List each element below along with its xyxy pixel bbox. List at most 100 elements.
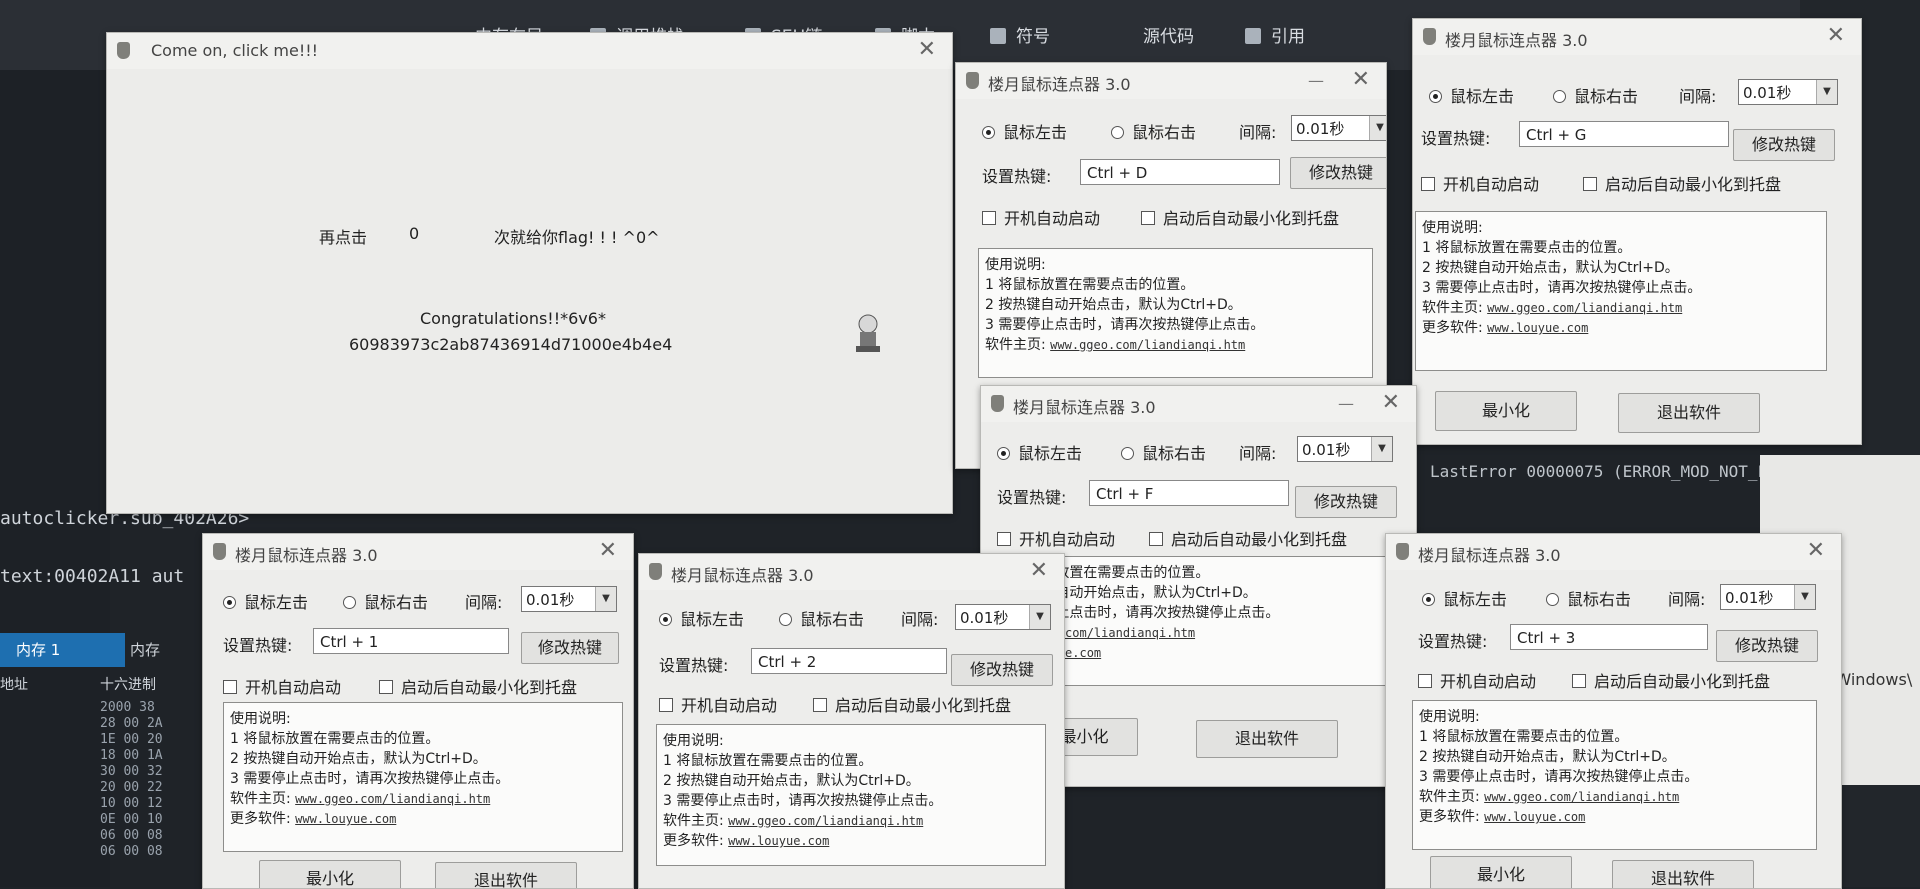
more-link[interactable]: www.louyue.com [1487, 321, 1588, 335]
radio-right-click[interactable]: 鼠标右击 [1121, 440, 1206, 464]
minimize-tray-checkbox[interactable]: 启动后自动最小化到托盘 [813, 692, 1011, 716]
interval-label: 间隔: [1239, 444, 1277, 463]
change-hotkey-button[interactable]: 修改热键 [951, 654, 1053, 686]
minimize-icon[interactable]: — [1338, 394, 1354, 413]
interval-select[interactable]: 0.01秒 ▼ [1738, 79, 1838, 105]
homepage-label: 软件主页: [663, 813, 724, 829]
close-icon[interactable]: ✕ [1827, 23, 1845, 48]
help-line: 3 需要停止点击时，请再次按热键停止点击。 [230, 771, 510, 787]
homepage-link[interactable]: www.ggeo.com/liandianqi.htm [1050, 338, 1245, 352]
close-icon[interactable]: ✕ [599, 538, 617, 563]
minimize-button[interactable]: 最小化 [259, 860, 401, 888]
exit-button[interactable]: 退出软件 [1618, 393, 1760, 433]
more-link[interactable]: www.louyue.com [728, 834, 829, 848]
radio-right-click[interactable]: 鼠标右击 [1546, 586, 1631, 610]
help-title: 使用说明: [985, 257, 1046, 273]
minimize-tray-checkbox[interactable]: 启动后自动最小化到托盘 [1583, 171, 1781, 195]
radio-left-click[interactable]: 鼠标左击 [982, 119, 1067, 143]
autostart-checkbox[interactable]: 开机自动启动 [659, 692, 777, 716]
radio-right-click[interactable]: 鼠标右击 [343, 589, 428, 613]
radio-left-click[interactable]: 鼠标左击 [223, 589, 308, 613]
homepage-label: 软件主页: [230, 791, 291, 807]
hotkey-input[interactable]: Ctrl + F [1089, 480, 1289, 506]
hotkey-label: 设置热键: [997, 488, 1067, 507]
tab-source[interactable]: 源代码 [1143, 22, 1194, 47]
hotkey-label: 设置热键: [1421, 129, 1491, 148]
reference-icon [1245, 28, 1261, 44]
close-icon[interactable]: ✕ [1030, 558, 1048, 583]
exit-button[interactable]: 退出软件 [435, 862, 577, 888]
change-hotkey-button[interactable]: 修改热键 [521, 632, 619, 664]
help-title: 使用说明: [663, 733, 724, 749]
autostart-checkbox[interactable]: 开机自动启动 [997, 526, 1115, 550]
hotkey-input[interactable]: Ctrl + G [1519, 121, 1729, 147]
hotkey-input[interactable]: Ctrl + 2 [751, 648, 947, 674]
radio-left-click[interactable]: 鼠标左击 [1429, 83, 1514, 107]
titlebar: 楼月鼠标连点器 3.0 — ✕ [981, 386, 1416, 422]
minimize-button[interactable]: 最小化 [1435, 391, 1577, 431]
help-box: 使用说明: 1 将鼠标放置在需要点击的位置。 2 按热键自动开始点击，默认为Ct… [1415, 211, 1827, 371]
autostart-checkbox[interactable]: 开机自动启动 [1418, 668, 1536, 692]
exit-button[interactable]: 退出软件 [1612, 860, 1754, 888]
homepage-link[interactable]: www.ggeo.com/liandianqi.htm [728, 814, 923, 828]
more-link[interactable]: www.louyue.com [1484, 810, 1585, 824]
interval-select[interactable]: 0.01秒 ▼ [1720, 584, 1816, 610]
interval-select[interactable]: 0.01秒 ▼ [1291, 115, 1386, 141]
hotkey-input[interactable]: Ctrl + 3 [1510, 624, 1708, 650]
character-sprite-icon[interactable] [851, 312, 885, 354]
click-prompt-prefix: 再点击 [319, 228, 368, 247]
autostart-checkbox[interactable]: 开机自动启动 [982, 205, 1100, 229]
more-link[interactable]: www.louyue.com [295, 812, 396, 826]
close-icon[interactable]: ✕ [1807, 538, 1825, 563]
help-box: 使用说明: 1 将鼠标放置在需要点击的位置。 2 按热键自动开始点击，默认为Ct… [656, 724, 1046, 866]
checkbox-icon [1141, 211, 1155, 225]
come-on-window: Come on, click me!!! ✕ 再点击 0 次就给你flag! !… [106, 32, 953, 514]
interval-select[interactable]: 0.01秒 ▼ [1297, 436, 1393, 462]
chevron-down-icon: ▼ [1369, 116, 1386, 140]
homepage-link[interactable]: www.ggeo.com/liandianqi.htm [1487, 301, 1682, 315]
minimize-tray-checkbox[interactable]: 启动后自动最小化到托盘 [1149, 526, 1347, 550]
titlebar: 楼月鼠标连点器 3.0 ✕ [203, 534, 633, 570]
autostart-checkbox[interactable]: 开机自动启动 [223, 674, 341, 698]
radio-right-click[interactable]: 鼠标右击 [779, 606, 864, 630]
radio-left-click[interactable]: 鼠标左击 [997, 440, 1082, 464]
tab-memory-1[interactable]: 内存 1 [0, 633, 125, 667]
help-title: 使用说明: [1422, 220, 1483, 236]
radio-icon [343, 596, 356, 609]
hotkey-label: 设置热键: [659, 656, 729, 675]
minimize-tray-checkbox[interactable]: 启动后自动最小化到托盘 [379, 674, 577, 698]
checkbox-icon [982, 211, 996, 225]
homepage-link[interactable]: www.ggeo.com/liandianqi.htm [295, 792, 490, 806]
change-hotkey-button[interactable]: 修改热键 [1716, 630, 1818, 662]
interval-select[interactable]: 0.01秒 ▼ [955, 604, 1051, 630]
checkbox-icon [1583, 177, 1597, 191]
more-label: 更多软件: [230, 811, 291, 827]
homepage-link[interactable]: www.ggeo.com/liandianqi.htm [1484, 790, 1679, 804]
close-icon[interactable]: ✕ [918, 37, 936, 62]
radio-left-click[interactable]: 鼠标左击 [659, 606, 744, 630]
close-icon[interactable]: ✕ [1382, 390, 1400, 415]
hotkey-input[interactable]: Ctrl + D [1080, 159, 1280, 185]
minimize-icon[interactable]: — [1308, 71, 1324, 90]
minimize-button[interactable]: 最小化 [1430, 856, 1572, 888]
change-hotkey-button[interactable]: 修改热键 [1295, 486, 1397, 518]
hotkey-input[interactable]: Ctrl + 1 [313, 628, 509, 654]
radio-right-click[interactable]: 鼠标右击 [1111, 119, 1196, 143]
minimize-tray-checkbox[interactable]: 启动后自动最小化到托盘 [1572, 668, 1770, 692]
homepage-label: 软件主页: [1422, 300, 1483, 316]
minimize-tray-checkbox[interactable]: 启动后自动最小化到托盘 [1141, 205, 1339, 229]
tab-references[interactable]: 引用 [1245, 22, 1305, 47]
tab-symbols[interactable]: 符号 [990, 22, 1050, 47]
radio-right-click[interactable]: 鼠标右击 [1553, 83, 1638, 107]
chevron-down-icon: ▼ [1794, 585, 1815, 609]
autostart-checkbox[interactable]: 开机自动启动 [1421, 171, 1539, 195]
radio-left-click[interactable]: 鼠标左击 [1422, 586, 1507, 610]
click-count: 0 [409, 224, 420, 243]
close-icon[interactable]: ✕ [1352, 67, 1370, 92]
change-hotkey-button[interactable]: 修改热键 [1290, 157, 1386, 189]
radio-icon [223, 596, 236, 609]
exit-button[interactable]: 退出软件 [1196, 720, 1338, 758]
interval-select[interactable]: 0.01秒 ▼ [521, 586, 617, 612]
tab-memory-2[interactable]: 内存 [130, 633, 160, 667]
change-hotkey-button[interactable]: 修改热键 [1733, 129, 1835, 161]
